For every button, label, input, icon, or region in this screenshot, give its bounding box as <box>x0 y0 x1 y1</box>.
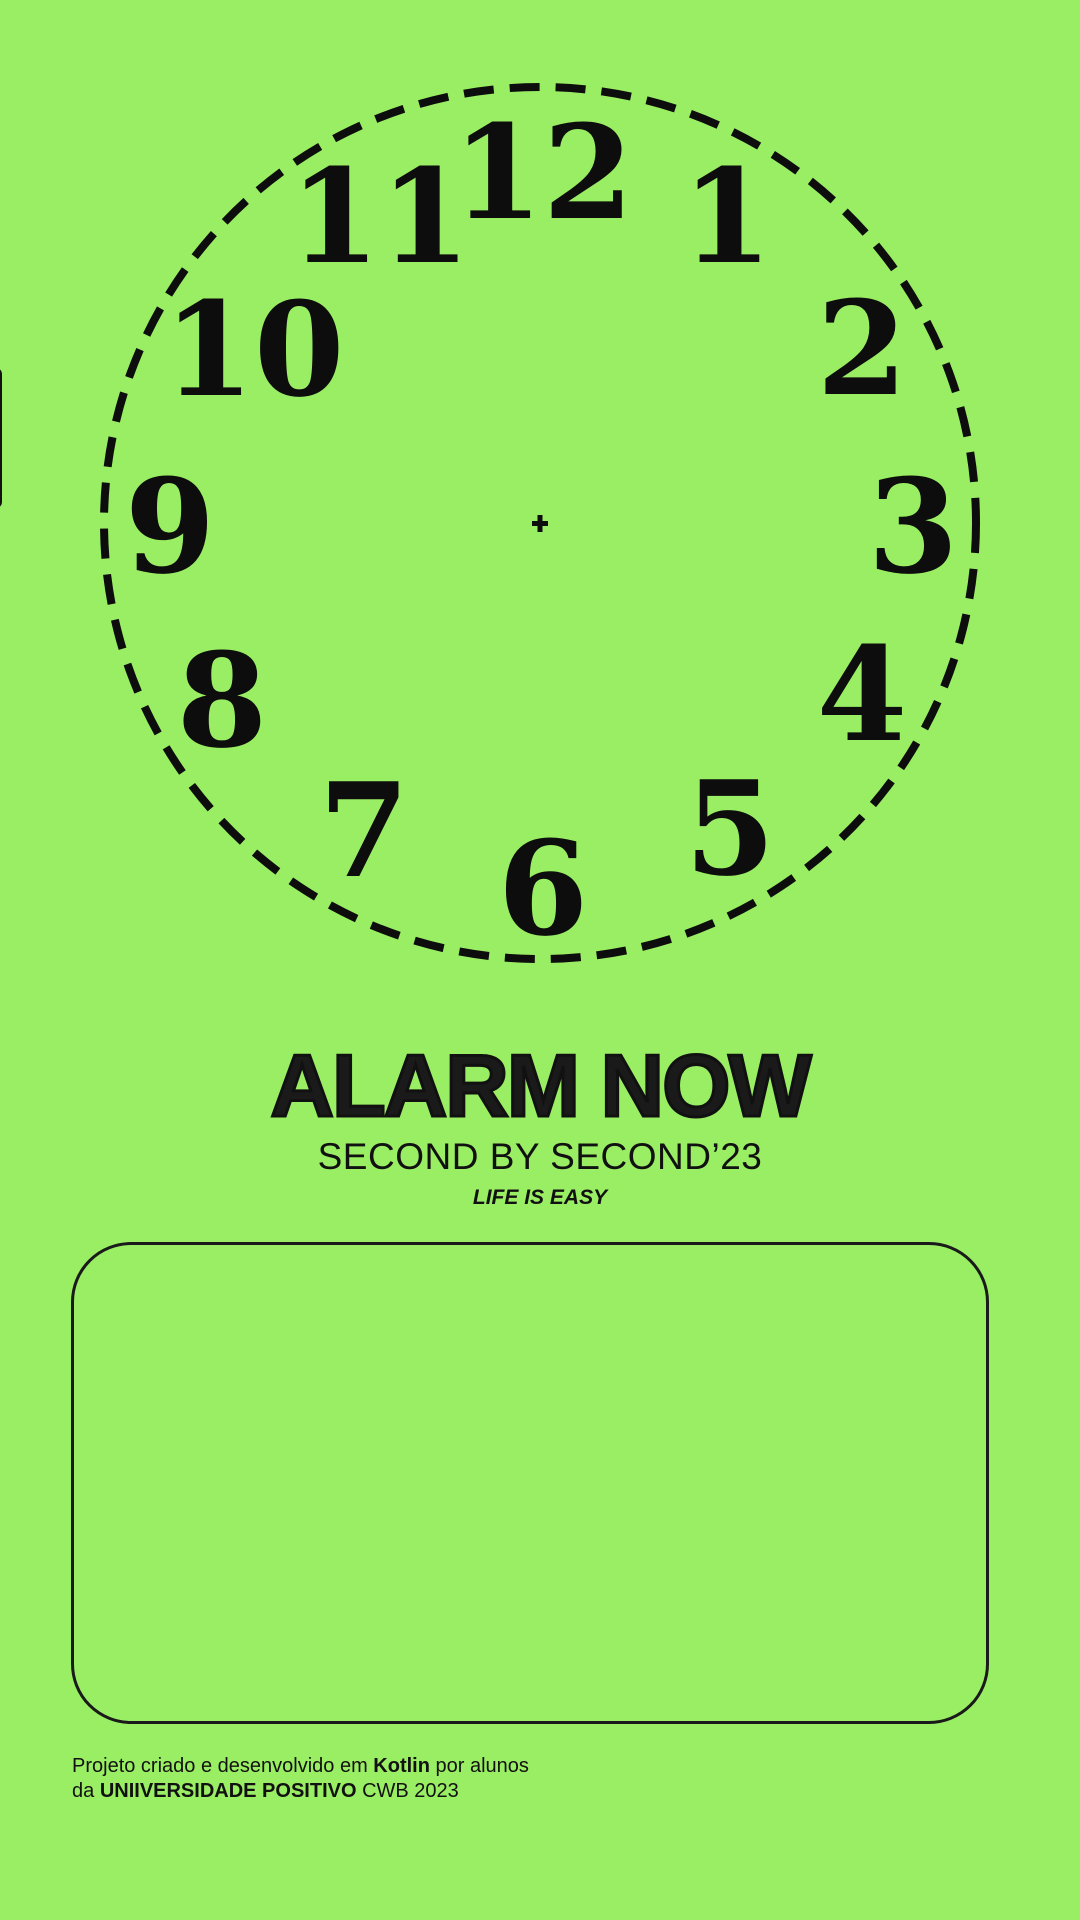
clock-face: 12 1 2 3 4 5 6 7 8 9 10 11 <box>100 83 980 965</box>
app-subtitle: SECOND BY SECOND’23 <box>317 1136 763 1177</box>
footer-line2-prefix: da <box>72 1780 100 1802</box>
clock-number-4: 4 <box>817 618 907 771</box>
clock-number-10: 10 <box>164 273 345 426</box>
clock-center-mark <box>532 515 548 532</box>
clock-number-7: 7 <box>319 754 409 907</box>
app-title: ALARM NOW <box>269 1036 813 1135</box>
clock-number-3: 3 <box>868 450 958 603</box>
footer-university: UNIIVERSIDADE POSITIVO <box>99 1780 357 1802</box>
alarm-content-area[interactable] <box>71 1242 989 1724</box>
clock-number-5: 5 <box>685 752 775 905</box>
app-tagline: LIFE IS EASY <box>472 1186 608 1209</box>
footer-line1-suffix: por alunos <box>429 1755 529 1777</box>
clock-number-1: 1 <box>682 140 772 293</box>
footer-line-2: da UNIIVERSIDADE POSITIVO CWB 2023 <box>72 1779 972 1804</box>
footer-line1-prefix: Projeto criado e desenvolvido em <box>72 1755 374 1777</box>
footer-line2-suffix: CWB 2023 <box>356 1780 459 1802</box>
clock-number-8: 8 <box>177 624 267 777</box>
clock-number-9: 9 <box>125 450 215 603</box>
clock-number-6: 6 <box>498 812 588 965</box>
footer-line-1: Projeto criado e desenvolvido em Kotlin … <box>72 1754 972 1779</box>
clock-number-11: 11 <box>290 140 471 293</box>
footer-credits: Projeto criado e desenvolvido em Kotlin … <box>72 1754 972 1804</box>
footer-kotlin: Kotlin <box>373 1755 430 1777</box>
clock-number-2: 2 <box>817 272 907 425</box>
title-block: ALARM NOW SECOND BY SECOND’23 LIFE IS EA… <box>0 1036 1080 1212</box>
clock-number-12: 12 <box>453 96 634 249</box>
